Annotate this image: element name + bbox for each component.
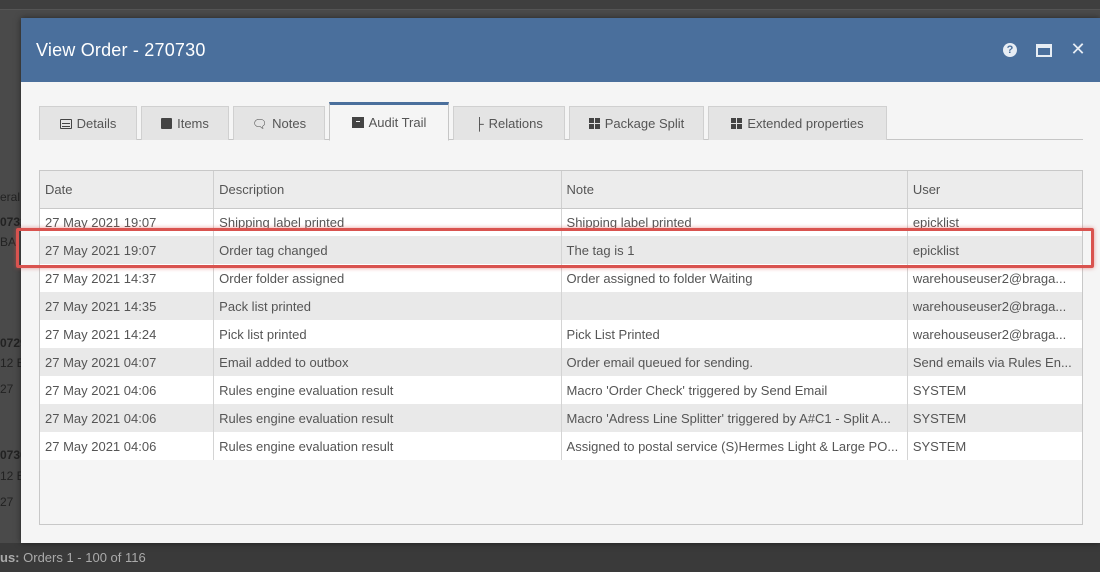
th-large-icon: [588, 118, 600, 129]
tab-relations[interactable]: ├ Relations: [453, 106, 565, 140]
question-circle-icon[interactable]: ?: [1000, 41, 1020, 59]
cell-description: Pick list printed: [213, 320, 562, 348]
audit-trail-table: Date Description Note User 27 May 2021 1…: [40, 171, 1082, 460]
cell-note: Order email queued for sending.: [561, 348, 908, 376]
tab-notes[interactable]: 🗨 Notes: [233, 106, 325, 140]
th-large-icon: [731, 118, 743, 129]
cell-date: 27 May 2021 04:07: [40, 348, 215, 376]
cell-user: Send emails via Rules En...: [907, 348, 1082, 376]
cell-user: SYSTEM: [907, 376, 1082, 404]
tab-items[interactable]: Items: [141, 106, 229, 140]
cell-date: 27 May 2021 19:07: [40, 208, 215, 236]
tab-label: Extended properties: [747, 116, 864, 131]
column-header-user[interactable]: User: [907, 171, 1082, 209]
table-row[interactable]: 27 May 2021 19:07 Order tag changed The …: [40, 236, 1082, 264]
tab-package-split[interactable]: Package Split: [569, 106, 704, 140]
header-actions: ? ✕: [1000, 41, 1088, 59]
modal-header: View Order - 270730 ? ✕: [21, 18, 1100, 82]
sitemap-icon: ├: [475, 116, 484, 131]
table-row[interactable]: 27 May 2021 04:06 Rules engine evaluatio…: [40, 404, 1082, 432]
table-row[interactable]: 27 May 2021 14:37 Order folder assigned …: [40, 264, 1082, 292]
comments-icon: 🗨: [251, 116, 268, 131]
cell-description: Email added to outbox: [213, 348, 562, 376]
table-row[interactable]: 27 May 2021 19:07 Shipping label printed…: [40, 208, 1082, 236]
close-icon[interactable]: ✕: [1068, 41, 1088, 59]
cell-note: The tag is 1: [561, 236, 908, 264]
cell-description: Order folder assigned: [213, 264, 562, 292]
tab-extended-properties[interactable]: Extended properties: [708, 106, 887, 140]
background-top-bar: [0, 0, 1100, 10]
cell-description: Rules engine evaluation result: [213, 376, 562, 404]
status-bar: us: Orders 1 - 100 of 116: [0, 543, 1100, 572]
cell-note: Order assigned to folder Waiting: [561, 264, 908, 292]
cell-description: Pack list printed: [213, 292, 562, 320]
tab-audit-trail[interactable]: Audit Trail: [329, 102, 449, 141]
background-label: BA: [0, 235, 17, 249]
cell-user: SYSTEM: [907, 404, 1082, 432]
table-row[interactable]: 27 May 2021 04:06 Rules engine evaluatio…: [40, 432, 1082, 460]
cell-user: warehouseuser2@braga...: [907, 320, 1082, 348]
column-header-description[interactable]: Description: [213, 171, 562, 209]
tab-label: Details: [76, 116, 117, 131]
cell-note: Macro 'Adress Line Splitter' triggered b…: [561, 404, 908, 432]
cell-user: epicklist: [907, 236, 1082, 264]
cell-note: Pick List Printed: [561, 320, 908, 348]
cell-user: warehouseuser2@braga...: [907, 292, 1082, 320]
cell-description: Rules engine evaluation result: [213, 404, 562, 432]
cell-user: warehouseuser2@braga...: [907, 264, 1082, 292]
cell-date: 27 May 2021 14:35: [40, 292, 215, 320]
table-row[interactable]: 27 May 2021 14:35 Pack list printed ware…: [40, 292, 1082, 320]
cell-date: 27 May 2021 04:06: [40, 432, 215, 460]
cell-date: 27 May 2021 04:06: [40, 404, 215, 432]
cell-date: 27 May 2021 14:24: [40, 320, 215, 348]
cell-description: Shipping label printed: [213, 208, 562, 236]
cell-note: Macro 'Order Check' triggered by Send Em…: [561, 376, 908, 404]
table-row[interactable]: 27 May 2021 04:07 Email added to outbox …: [40, 348, 1082, 376]
column-header-note[interactable]: Note: [561, 171, 908, 209]
background-label: 27: [0, 495, 14, 509]
tab-details[interactable]: Details: [39, 106, 137, 140]
tab-label: Package Split: [604, 116, 685, 131]
cell-date: 27 May 2021 19:07: [40, 236, 215, 264]
list-alt-icon: [59, 118, 72, 129]
status-text: Orders 1 - 100 of 116: [23, 550, 146, 565]
cell-note: Assigned to postal service (S)Hermes Lig…: [561, 432, 908, 460]
cell-note: [561, 292, 908, 320]
table-header-row: Date Description Note User: [40, 171, 1082, 209]
cell-date: 27 May 2021 04:06: [40, 376, 215, 404]
modal-title: View Order - 270730: [36, 39, 206, 60]
table-row[interactable]: 27 May 2021 04:06 Rules engine evaluatio…: [40, 376, 1082, 404]
tab-bar: Details Items 🗨 Notes Audit Trail ├ Rela…: [39, 102, 1083, 141]
archive-icon: [351, 117, 364, 128]
cell-date: 27 May 2021 14:37: [40, 264, 215, 292]
view-order-modal: View Order - 270730 ? ✕ Details Items 🗨 …: [21, 18, 1100, 543]
tab-label: Relations: [488, 116, 543, 131]
cell-user: SYSTEM: [907, 432, 1082, 460]
cell-description: Rules engine evaluation result: [213, 432, 562, 460]
tab-label: Audit Trail: [368, 115, 427, 130]
background-label: 27: [0, 382, 14, 396]
tab-label: Notes: [272, 116, 307, 131]
cell-user: epicklist: [907, 208, 1082, 236]
audit-trail-grid: Date Description Note User 27 May 2021 1…: [39, 170, 1083, 525]
table-row[interactable]: 27 May 2021 14:24 Pick list printed Pick…: [40, 320, 1082, 348]
window-maximize-icon[interactable]: [1034, 41, 1054, 59]
cell-note: Shipping label printed: [561, 208, 908, 236]
status-prefix: us:: [0, 550, 20, 565]
square-icon: [161, 118, 173, 129]
background-label: eral: [0, 190, 21, 204]
cell-description: Order tag changed: [213, 236, 562, 264]
tab-label: Items: [177, 116, 209, 131]
column-header-date[interactable]: Date: [40, 171, 215, 209]
